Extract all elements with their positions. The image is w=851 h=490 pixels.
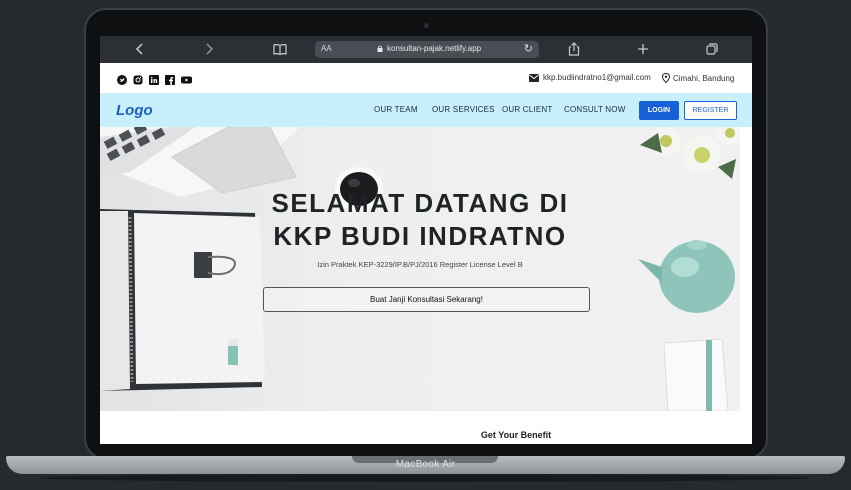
email-text: kkp.budiindratno1@gmail.com <box>543 73 651 82</box>
linkedin-icon[interactable] <box>149 72 159 85</box>
new-tab-icon[interactable] <box>635 41 651 57</box>
laptop-shadow <box>40 474 811 482</box>
nav-consult-now[interactable]: CONSULT NOW <box>564 105 625 114</box>
url-bar[interactable]: AA konsultan-pajak.netlify.app ↻ <box>315 41 539 58</box>
book-consultation-button[interactable]: Buat Janji Konsultasi Sekarang! <box>263 287 590 312</box>
contact-location: Cimahi, Bandung <box>662 73 734 83</box>
scroll-gutter <box>740 127 752 411</box>
hero-subtitle: Izin Praktek KEP-3229/IP.B/PJ/2016 Regis… <box>317 260 523 269</box>
facebook-icon[interactable] <box>165 72 175 85</box>
bookmarks-icon[interactable] <box>272 41 288 57</box>
nav-our-team[interactable]: OUR TEAM <box>374 105 418 114</box>
contact-email[interactable]: kkp.budiindratno1@gmail.com <box>529 73 651 82</box>
envelope-icon <box>529 73 539 82</box>
screen: AA konsultan-pajak.netlify.app ↻ kkp.bud… <box>100 36 752 444</box>
reload-icon[interactable]: ↻ <box>524 42 533 55</box>
benefit-section-title: Get Your Benefit <box>480 430 552 440</box>
location-text: Cimahi, Bandung <box>673 73 735 83</box>
hero-background-photo <box>100 127 740 411</box>
forward-icon[interactable] <box>201 41 217 57</box>
nav-our-client[interactable]: OUR CLIENT <box>502 105 552 114</box>
nav-our-services[interactable]: OUR SERVICES <box>432 105 495 114</box>
instagram-icon[interactable] <box>133 72 143 85</box>
register-button[interactable]: REGISTER <box>684 101 737 120</box>
hero-title-line-1: SELAMAT DATANG DI <box>271 188 569 218</box>
main-navbar: Logo OUR TEAM OUR SERVICES OUR CLIENT CO… <box>100 93 752 127</box>
device-label: MacBook Air <box>395 459 456 470</box>
lock-icon <box>377 45 383 52</box>
url-text: konsultan-pajak.netlify.app <box>387 44 482 53</box>
login-button[interactable]: LOGIN <box>639 101 679 120</box>
browser-toolbar: AA konsultan-pajak.netlify.app ↻ <box>100 36 752 63</box>
share-icon[interactable] <box>566 41 582 57</box>
hero-section: SELAMAT DATANG DI KKP BUDI INDRATNO Izin… <box>100 127 740 411</box>
camera <box>424 23 429 28</box>
twitter-icon[interactable] <box>117 72 127 85</box>
top-info-bar: kkp.budiindratno1@gmail.com Cimahi, Band… <box>100 63 752 93</box>
site-logo[interactable]: Logo <box>116 102 153 119</box>
hero-title-line-2: KKP BUDI INDRATNO <box>273 221 567 251</box>
hero-title: SELAMAT DATANG DI KKP BUDI INDRATNO <box>270 187 570 253</box>
social-links <box>117 72 192 85</box>
tabs-overview-icon[interactable] <box>704 41 720 57</box>
youtube-icon[interactable] <box>181 72 192 84</box>
reader-aa-button[interactable]: AA <box>321 44 332 53</box>
back-icon[interactable] <box>132 41 148 57</box>
map-pin-icon <box>662 73 670 83</box>
